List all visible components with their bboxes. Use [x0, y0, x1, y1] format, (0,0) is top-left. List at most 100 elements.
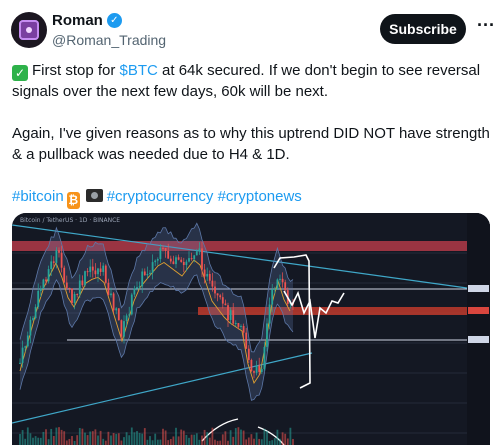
volume-bar — [211, 427, 214, 445]
volume-bar — [39, 437, 42, 445]
volume-bar — [169, 438, 172, 445]
volume-bar — [52, 435, 55, 445]
candle-body — [50, 261, 53, 270]
bitcoin-emoji-icon: ₿ — [66, 192, 80, 209]
candle-body — [86, 271, 89, 273]
volume-bar — [146, 439, 149, 445]
candle-body — [71, 288, 73, 303]
volume-bar — [258, 438, 261, 445]
candle-body — [216, 293, 219, 296]
candle-body — [128, 314, 131, 316]
volume-bar — [273, 438, 276, 445]
candle-body — [219, 295, 222, 298]
tweet-text: ✓ First stop for $BTC at 64k secured. If … — [12, 60, 492, 230]
candle-body — [247, 348, 250, 360]
volume-bar — [45, 429, 47, 445]
volume-bar — [172, 436, 175, 445]
volume-bar — [201, 435, 203, 445]
volume-bar — [156, 439, 159, 445]
candle-body — [276, 279, 279, 290]
author-handle[interactable]: @Roman_Trading — [52, 32, 166, 48]
candle-body — [159, 247, 162, 260]
volume-bar — [227, 440, 229, 445]
candle-body — [143, 271, 146, 276]
candle-body — [136, 287, 138, 289]
author-display-name[interactable]: Roman — [52, 12, 103, 29]
candle-body — [164, 247, 167, 252]
volume-bar — [42, 431, 45, 445]
candle-body — [175, 257, 177, 265]
candle-body — [123, 321, 125, 337]
volume-bar — [263, 428, 266, 445]
candle-body — [29, 319, 32, 336]
volume-bar — [216, 440, 219, 445]
candle-body — [76, 294, 79, 296]
candle-body — [26, 335, 29, 347]
volume-bar — [266, 430, 268, 445]
candle-body — [34, 306, 37, 319]
candle-body — [89, 266, 92, 272]
volume-bar — [117, 433, 120, 445]
candle-body — [39, 288, 42, 291]
candle-body — [245, 332, 248, 349]
subscribe-button[interactable]: Subscribe — [380, 14, 466, 44]
candle-body — [81, 280, 84, 286]
volume-bar — [34, 436, 37, 445]
volume-bar — [224, 431, 227, 445]
volume-bar — [125, 432, 128, 445]
volume-bar — [286, 438, 289, 445]
volume-bar — [250, 434, 253, 445]
volume-bar — [84, 432, 86, 445]
chart-image[interactable]: Bitcoin / TetherUS · 1D · BINANCE — [12, 213, 490, 445]
candle-body — [172, 261, 175, 265]
candle-body — [146, 274, 149, 276]
volume-bar — [190, 434, 193, 445]
volume-bar — [104, 440, 107, 445]
candle-body — [167, 251, 170, 259]
candle-body — [130, 294, 133, 315]
tweet-header: Roman ✓ @Roman_Trading Subscribe ··· — [0, 0, 500, 58]
volume-bar — [47, 439, 50, 445]
candle-body — [32, 318, 34, 320]
check-mark-icon: ✓ — [12, 65, 28, 81]
candle-body — [250, 359, 253, 372]
cashtag-btc-link[interactable]: $BTC — [120, 62, 158, 79]
candle-body — [169, 258, 172, 262]
candle-body — [273, 289, 276, 291]
candle-body — [63, 267, 66, 283]
verified-badge-icon: ✓ — [106, 13, 122, 28]
author-name-row[interactable]: Roman ✓ — [52, 12, 122, 29]
volume-bar — [276, 429, 279, 445]
candle-body — [115, 308, 118, 311]
avatar[interactable] — [11, 12, 47, 48]
candle-body — [208, 273, 211, 281]
hashtag-cryptocurrency-link[interactable]: #cryptocurrency — [107, 188, 214, 205]
volume-bar — [149, 436, 151, 445]
volume-bar — [203, 429, 206, 445]
hashtag-cryptonews-link[interactable]: #cryptonews — [218, 188, 302, 205]
more-icon[interactable]: ··· — [476, 16, 496, 38]
candle-body — [284, 282, 287, 291]
volume-bar — [81, 428, 84, 445]
volume-bar — [26, 427, 29, 445]
volume-bar — [99, 430, 102, 445]
volume-bar — [271, 440, 274, 445]
volume-bar — [253, 438, 255, 445]
candle-body — [242, 325, 245, 333]
volume-bar — [240, 429, 242, 445]
candle-body — [268, 304, 271, 324]
hashtag-bitcoin-link[interactable]: #bitcoin — [12, 188, 64, 205]
candle-body — [193, 255, 196, 260]
volume-bar — [141, 433, 144, 445]
candle-body — [255, 365, 258, 373]
candle-body — [263, 346, 266, 370]
candle-body — [151, 262, 154, 273]
candle-body — [120, 320, 123, 337]
candle-body — [60, 252, 63, 268]
volume-bar — [68, 438, 71, 445]
volume-bar — [76, 435, 79, 445]
candle-body — [97, 268, 99, 275]
volume-bar — [97, 435, 99, 445]
volume-bar — [123, 437, 125, 445]
candle-body — [99, 268, 102, 272]
